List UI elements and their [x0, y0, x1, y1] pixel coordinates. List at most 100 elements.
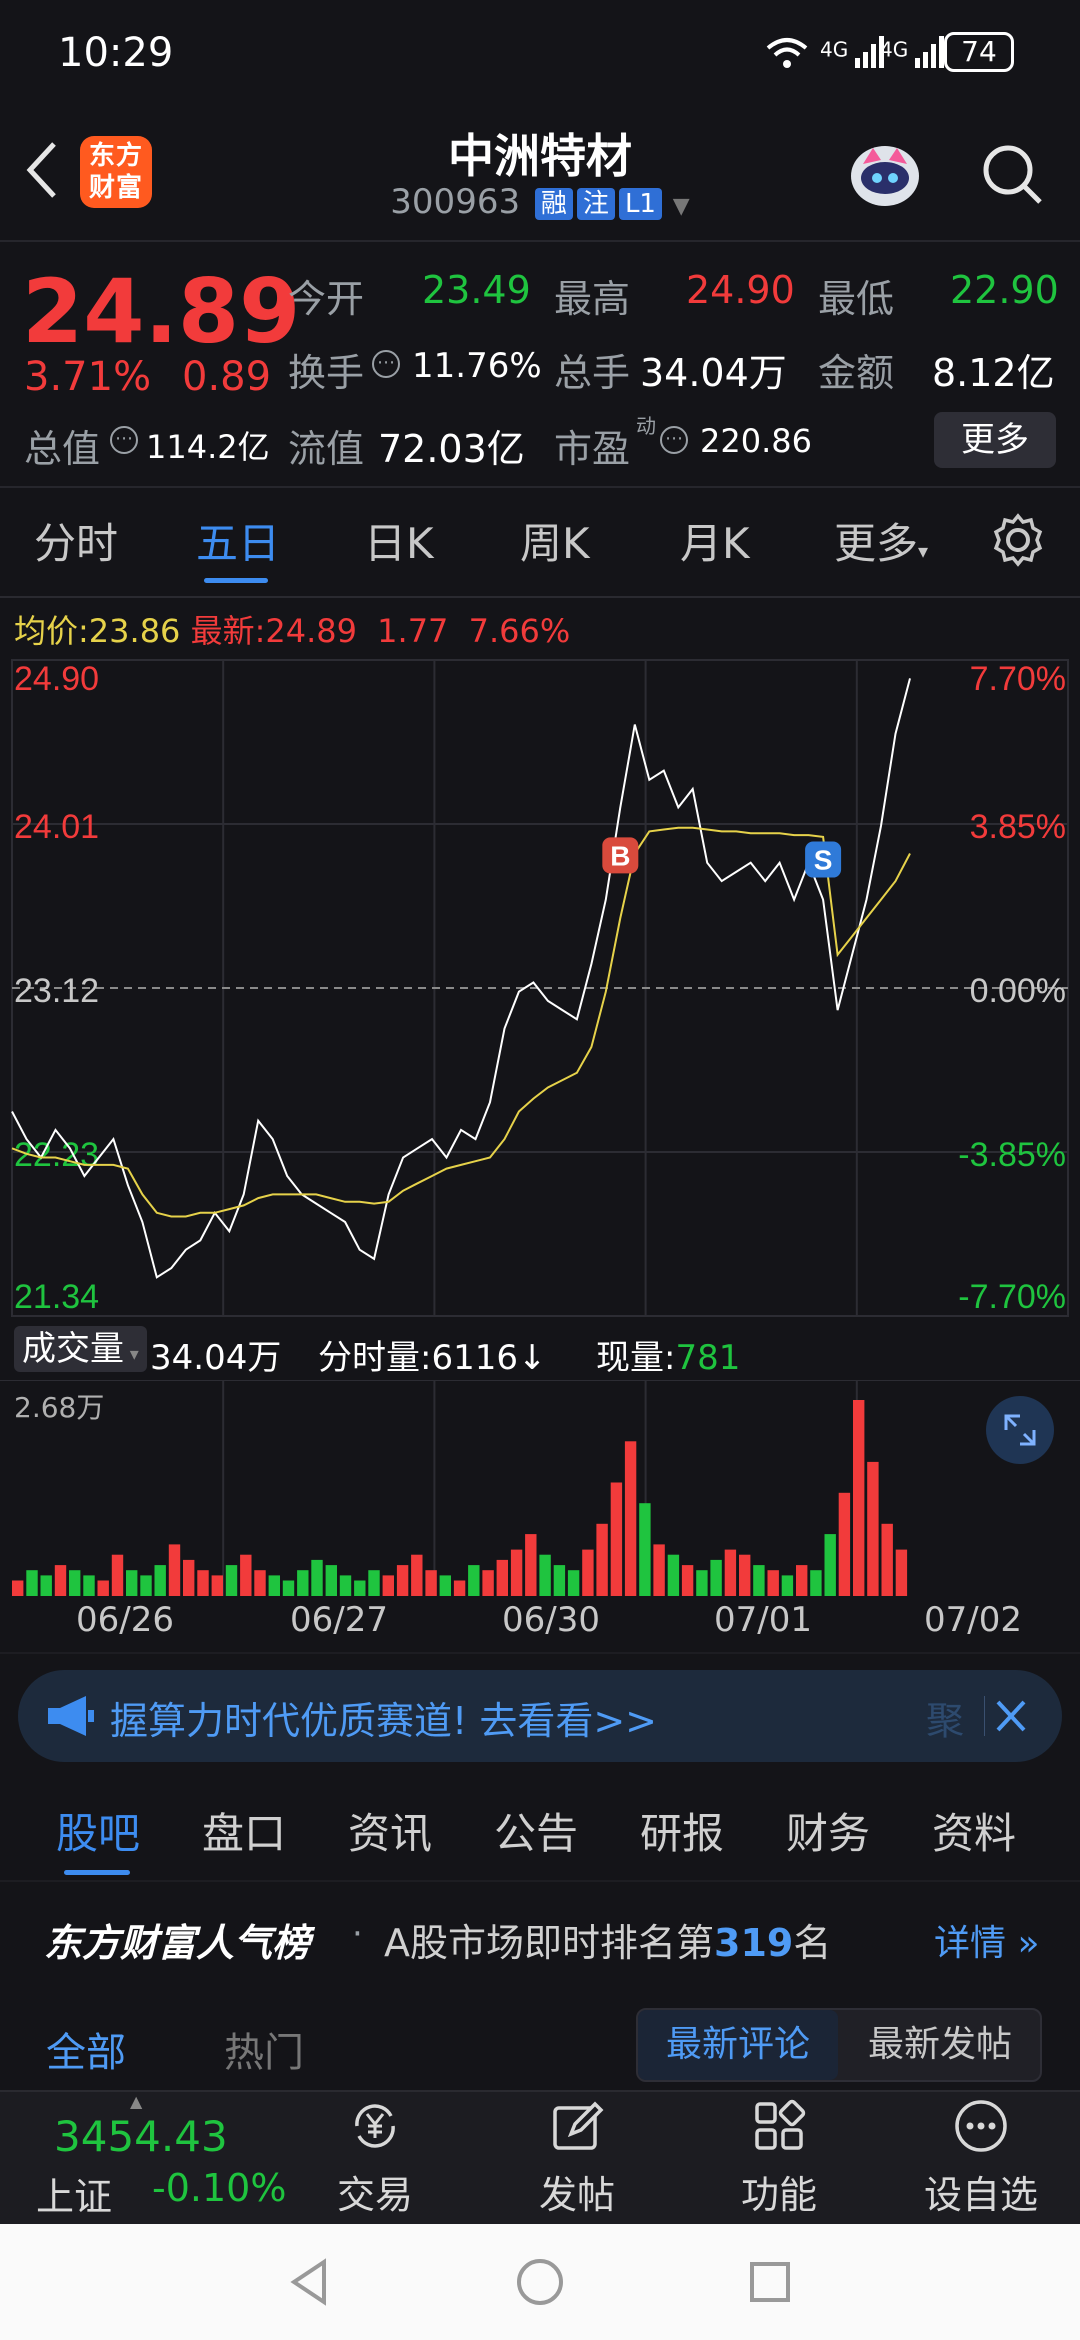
volume-bar: [724, 1549, 737, 1596]
nav-post[interactable]: 发帖: [502, 2098, 652, 2219]
tab-finance[interactable]: 财务: [786, 1800, 870, 1861]
avg-value: 23.86: [88, 612, 181, 650]
volume-bar: [567, 1570, 580, 1596]
network-type-label-2: 4G: [880, 37, 909, 62]
robot-avatar-icon[interactable]: [845, 134, 925, 214]
popularity-ranking[interactable]: 东方财富人气榜 · A股市场即时排名第319名 详情 »: [0, 1880, 1080, 1990]
tab-guba[interactable]: 股吧: [56, 1800, 140, 1861]
tab-monthly-k[interactable]: 月K: [680, 510, 750, 571]
stock-code: 300963: [390, 182, 521, 222]
volume-bar: [468, 1565, 480, 1596]
price-chart[interactable]: 24.90 24.01 23.12 22.23 21.34 7.70% 3.85% 0.00%…: [0, 656, 1080, 1320]
tab-news[interactable]: 资讯: [348, 1800, 432, 1861]
ranking-detail-label: 详情: [934, 1923, 1007, 1964]
volume-bar: [396, 1565, 409, 1596]
tag-registration: 注: [576, 187, 615, 220]
chart-info-line: 均价:23.86 最新:24.89 1.77 7.66%: [14, 606, 570, 652]
volume-bar: [240, 1554, 252, 1596]
volume-value: 34.04万: [640, 351, 787, 395]
more-button[interactable]: 更多: [934, 412, 1056, 468]
volume-bar: [639, 1503, 651, 1596]
nav-trade[interactable]: 交易: [300, 2098, 450, 2219]
tab-order-book[interactable]: 盘口: [202, 1800, 286, 1861]
volume-bar: [297, 1570, 309, 1596]
volume-bar: [311, 1559, 323, 1596]
volume-bar: [83, 1575, 95, 1596]
pe-superscript: 动: [636, 414, 656, 438]
volume-bar: [525, 1534, 537, 1596]
price-tick-label: 21.34: [14, 1278, 99, 1316]
index-ticker[interactable]: ▲ 3454.43 上证 -0.10%: [0, 2092, 300, 2226]
volume-bar: [439, 1575, 451, 1596]
volume-bar: [111, 1554, 124, 1596]
tab-weekly-k[interactable]: 周K: [520, 510, 590, 571]
volume-selector[interactable]: 成交量 ▾: [14, 1326, 147, 1372]
amount-value: 8.12亿: [932, 351, 1055, 395]
sort-latest-post-label: 最新发帖: [867, 2024, 1012, 2065]
volume-bar: [653, 1544, 665, 1596]
float-value: 72.03亿: [378, 427, 525, 471]
volume-bar: [69, 1570, 81, 1596]
tick-volume-value: 6116: [431, 1338, 518, 1378]
status-bar: 10:29 4G 4G 74: [0, 0, 1080, 110]
ad-banner[interactable]: 握算力时代优质赛道! 去看看>> 聚: [18, 1670, 1062, 1762]
volume-bar: [767, 1570, 779, 1596]
volume-bar: [553, 1565, 566, 1596]
tab-more[interactable]: 更多▾: [834, 510, 928, 571]
info-icon[interactable]: ⋯: [372, 350, 400, 378]
search-icon[interactable]: [978, 140, 1046, 212]
x-label: 06/26: [76, 1600, 174, 1640]
back-triangle-icon[interactable]: [284, 2256, 336, 2312]
nav-functions[interactable]: 功能: [704, 2098, 854, 2219]
close-icon[interactable]: [983, 1692, 1032, 1744]
nav-trade-label: 交易: [336, 2173, 413, 2217]
now-volume: 现量:781: [596, 1330, 740, 1379]
more-circle-icon: [955, 2100, 1007, 2152]
volume-bar: [325, 1565, 337, 1596]
expand-icon[interactable]: [986, 1396, 1054, 1464]
ad-text: 握算力时代优质赛道! 去看看>>: [110, 1699, 657, 1743]
volume-bar: [667, 1554, 680, 1596]
volume-bar: [54, 1565, 67, 1596]
tab-announcements[interactable]: 公告: [494, 1800, 578, 1861]
volume-bar: [354, 1580, 366, 1596]
tab-research[interactable]: 研报: [640, 1800, 724, 1861]
volume-bar: [681, 1565, 694, 1596]
turnover-label: 换手: [288, 351, 365, 395]
nav-add-watchlist-label: 设自选: [923, 2173, 1038, 2217]
nav-add-watchlist[interactable]: 设自选: [906, 2098, 1056, 2219]
info-icon[interactable]: ⋯: [110, 426, 138, 454]
tab-five-day[interactable]: 五日: [196, 510, 280, 571]
volume-chart[interactable]: [0, 1380, 1080, 1596]
ranking-detail-link[interactable]: 详情 »: [934, 1914, 1039, 1966]
volume-bar: [582, 1549, 594, 1596]
battery-level: 74: [961, 35, 997, 68]
tab-intraday[interactable]: 分时: [34, 510, 118, 571]
wifi-icon: [764, 36, 810, 74]
amount-label: 金额: [818, 351, 895, 395]
recents-square-icon[interactable]: [744, 2256, 796, 2312]
sell-marker-label: S: [814, 845, 833, 876]
volume-bar: [781, 1575, 794, 1596]
filter-hot[interactable]: 热门: [224, 2020, 304, 2078]
last-price: 24.89: [22, 260, 301, 363]
more-button-label: 更多: [961, 420, 1029, 460]
volume-bar: [382, 1575, 394, 1596]
sort-latest-comment[interactable]: 最新评论: [638, 2010, 838, 2080]
tab-daily-k[interactable]: 日K: [364, 510, 434, 571]
tab-more-label: 更多: [834, 519, 919, 568]
dot-separator: ·: [352, 1914, 363, 1954]
volume-bar: [710, 1559, 722, 1596]
home-circle-icon[interactable]: [514, 2256, 566, 2312]
filter-all[interactable]: 全部: [46, 2020, 126, 2078]
tab-active-indicator: [204, 578, 268, 583]
volume-selector-label: 成交量: [22, 1329, 124, 1369]
volume-bar: [753, 1565, 765, 1596]
volume-bar: [810, 1570, 822, 1596]
percent-tick-label: -3.85%: [958, 1136, 1066, 1174]
tab-profile[interactable]: 资料: [932, 1800, 1016, 1861]
volume-header: 成交量 ▾ 34.04万 分时量:6116↓ 现量:781: [0, 1322, 1080, 1378]
info-icon[interactable]: ⋯: [660, 426, 688, 454]
gear-icon[interactable]: [990, 512, 1046, 572]
sort-latest-post[interactable]: 最新发帖: [840, 2010, 1040, 2080]
